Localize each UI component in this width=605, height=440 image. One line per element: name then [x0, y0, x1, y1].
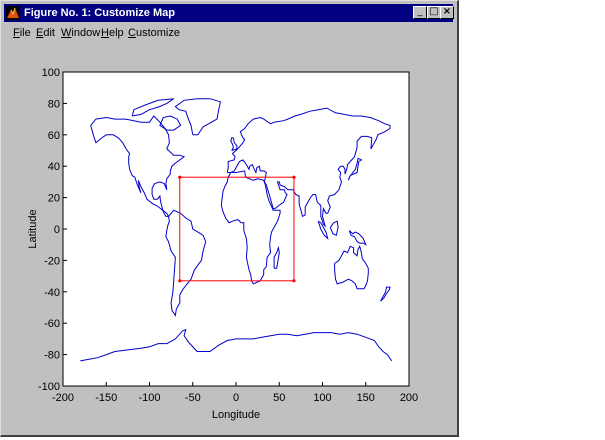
y-tick-label: 60	[48, 130, 60, 142]
y-axis-label: Latitude	[27, 209, 39, 248]
y-tick-label: 40	[48, 161, 60, 173]
y-tick-label: 80	[48, 98, 60, 110]
x-tick-label: 0	[233, 392, 239, 404]
y-tick-label: 0	[54, 224, 60, 236]
selection-handle-bottom-right[interactable]	[292, 279, 296, 283]
y-tick-label: -20	[44, 255, 60, 267]
y-tick-label: -100	[38, 381, 60, 393]
x-tick-label: -50	[185, 392, 201, 404]
x-tick-label: -200	[52, 392, 74, 404]
y-tick-label: -80	[44, 350, 60, 362]
map-plot[interactable]: -200 -150 -100 -50 0 50 100 150 200-100-80-60-40…	[0, 0, 605, 440]
selection-handle-top-left[interactable]	[178, 175, 182, 179]
x-tick-label: -100	[138, 392, 160, 404]
x-axis-label: Longitude	[212, 409, 260, 421]
y-tick-label: 100	[42, 67, 60, 79]
y-tick-label: 20	[48, 193, 60, 205]
x-tick-label: 100	[313, 392, 331, 404]
y-tick-label: -60	[44, 318, 60, 330]
x-tick-label: 50	[273, 392, 285, 404]
selection-handle-top-right[interactable]	[292, 175, 296, 179]
x-tick-label: -150	[95, 392, 117, 404]
x-tick-label: 200	[400, 392, 418, 404]
x-tick-label: 150	[357, 392, 375, 404]
y-tick-label: -40	[44, 287, 60, 299]
selection-handle-bottom-left[interactable]	[178, 279, 182, 283]
